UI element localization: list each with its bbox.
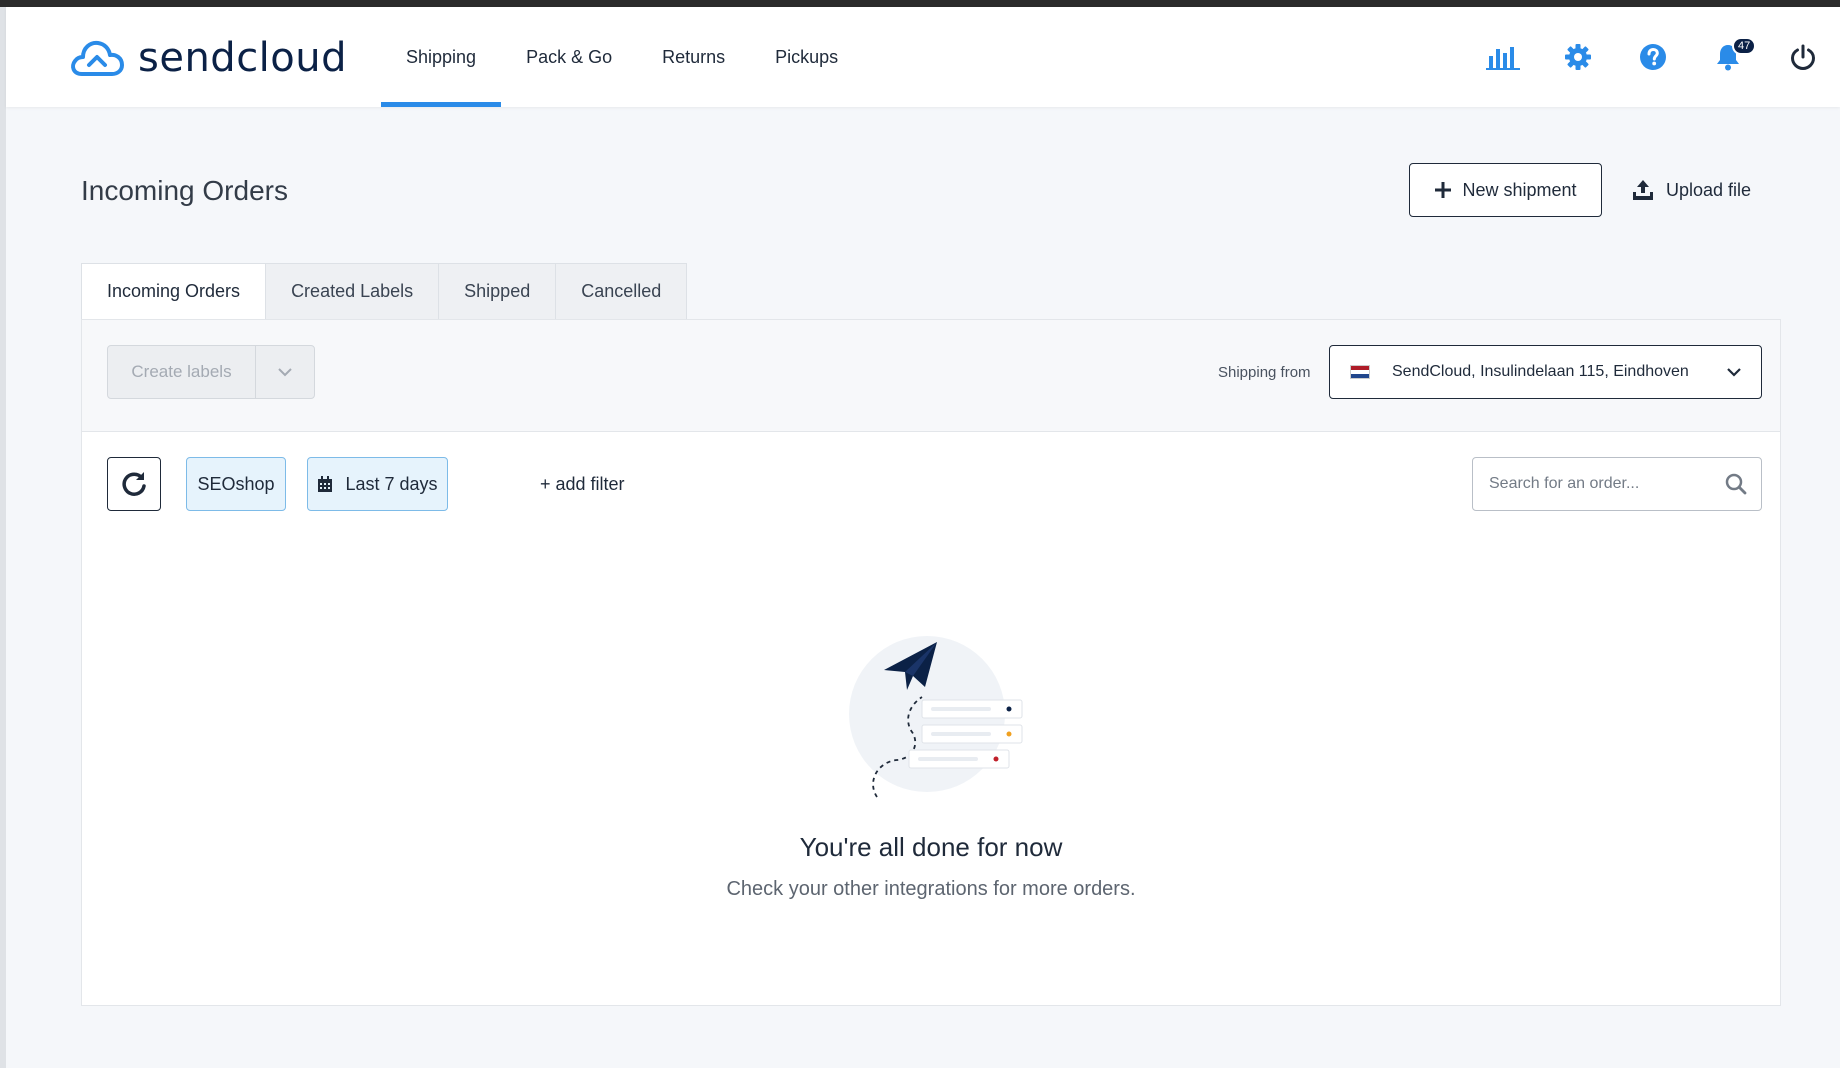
app: sendcloud Shipping Pack & Go Returns Pic… — [6, 7, 1840, 1068]
create-labels-label: Create labels — [131, 362, 232, 381]
calendar-icon — [318, 475, 333, 492]
nav-label: Pickups — [775, 46, 839, 67]
refresh-icon — [122, 472, 146, 496]
help-button[interactable] — [1615, 27, 1690, 87]
empty-state-subtitle: Check your other integrations for more o… — [726, 878, 1136, 900]
upload-file-button[interactable]: Upload file — [1632, 163, 1751, 217]
notifications-button[interactable]: 47 — [1690, 27, 1765, 87]
gear-icon — [1564, 44, 1591, 70]
order-search-input[interactable] — [1489, 475, 1725, 493]
chevron-down-icon — [1727, 367, 1741, 377]
shipping-from-select[interactable]: SendCloud, Insulindelaan 115, Eindhoven — [1329, 345, 1762, 399]
add-filter-button[interactable]: + add filter — [540, 457, 625, 511]
tab-label: Cancelled — [581, 281, 662, 301]
new-shipment-button[interactable]: New shipment — [1409, 163, 1602, 217]
notification-count-badge: 47 — [1732, 37, 1757, 55]
add-filter-label: + add filter — [540, 473, 625, 494]
power-icon — [1790, 44, 1815, 71]
upload-file-label: Upload file — [1666, 179, 1752, 200]
analytics-button[interactable] — [1465, 27, 1540, 87]
chevron-down-icon — [278, 367, 292, 376]
tab-shipped[interactable]: Shipped — [439, 263, 557, 320]
main-nav: Shipping Pack & Go Returns Pickups — [381, 7, 863, 107]
order-search-box — [1472, 457, 1762, 511]
shipping-from-label: Shipping from — [1218, 364, 1311, 381]
refresh-button[interactable] — [107, 457, 161, 511]
settings-button[interactable] — [1540, 27, 1615, 87]
shop-filter-label: SEOshop — [197, 473, 275, 494]
plus-icon — [1435, 182, 1452, 198]
question-icon — [1639, 44, 1666, 70]
new-shipment-label: New shipment — [1462, 179, 1577, 200]
paper-plane-illustration — [849, 636, 1023, 798]
netherlands-flag-icon — [1350, 365, 1370, 379]
page-title: Incoming Orders — [81, 175, 288, 206]
nav-label: Pack & Go — [526, 46, 613, 67]
nav-label: Returns — [662, 46, 726, 67]
tab-label: Shipped — [464, 281, 531, 301]
create-labels-dropdown-button[interactable] — [256, 346, 314, 398]
tab-created-labels[interactable]: Created Labels — [266, 263, 440, 320]
create-labels-button[interactable]: Create labels — [108, 346, 256, 398]
search-icon[interactable] — [1725, 473, 1747, 495]
tab-cancelled[interactable]: Cancelled — [556, 263, 688, 320]
nav-pickups[interactable]: Pickups — [750, 7, 863, 107]
nav-returns[interactable]: Returns — [637, 7, 750, 107]
orders-panel: Create labels Shipping from SendCloud, I… — [81, 319, 1781, 1006]
header-icons: 47 — [1465, 7, 1840, 107]
nav-pack-and-go[interactable]: Pack & Go — [501, 7, 637, 107]
upload-icon — [1633, 180, 1653, 200]
cloud-logo-icon — [71, 40, 124, 76]
sendcloud-logo[interactable]: sendcloud — [68, 35, 347, 81]
date-range-filter-chip[interactable]: Last 7 days — [307, 457, 448, 511]
nav-shipping[interactable]: Shipping — [381, 7, 502, 107]
tab-incoming-orders[interactable]: Incoming Orders — [81, 263, 267, 320]
shipping-from-value: SendCloud, Insulindelaan 115, Eindhoven — [1392, 363, 1689, 380]
logout-button[interactable] — [1765, 27, 1840, 87]
nav-label: Shipping — [406, 46, 477, 67]
top-header: sendcloud Shipping Pack & Go Returns Pic… — [6, 7, 1840, 107]
actions-toolbar: Create labels Shipping from SendCloud, I… — [82, 320, 1780, 432]
window-top-bar — [0, 0, 1840, 7]
shop-filter-chip[interactable]: SEOshop — [186, 457, 286, 511]
order-tabs: Incoming Orders Created Labels Shipped C… — [81, 263, 688, 320]
tab-label: Created Labels — [291, 281, 414, 301]
date-range-label: Last 7 days — [345, 473, 438, 494]
brand-name: sendcloud — [138, 35, 348, 81]
create-labels-split-button: Create labels — [107, 345, 315, 399]
tab-label: Incoming Orders — [107, 281, 241, 301]
bar-chart-icon — [1485, 47, 1520, 70]
empty-state-title: You're all done for now — [799, 832, 1063, 862]
